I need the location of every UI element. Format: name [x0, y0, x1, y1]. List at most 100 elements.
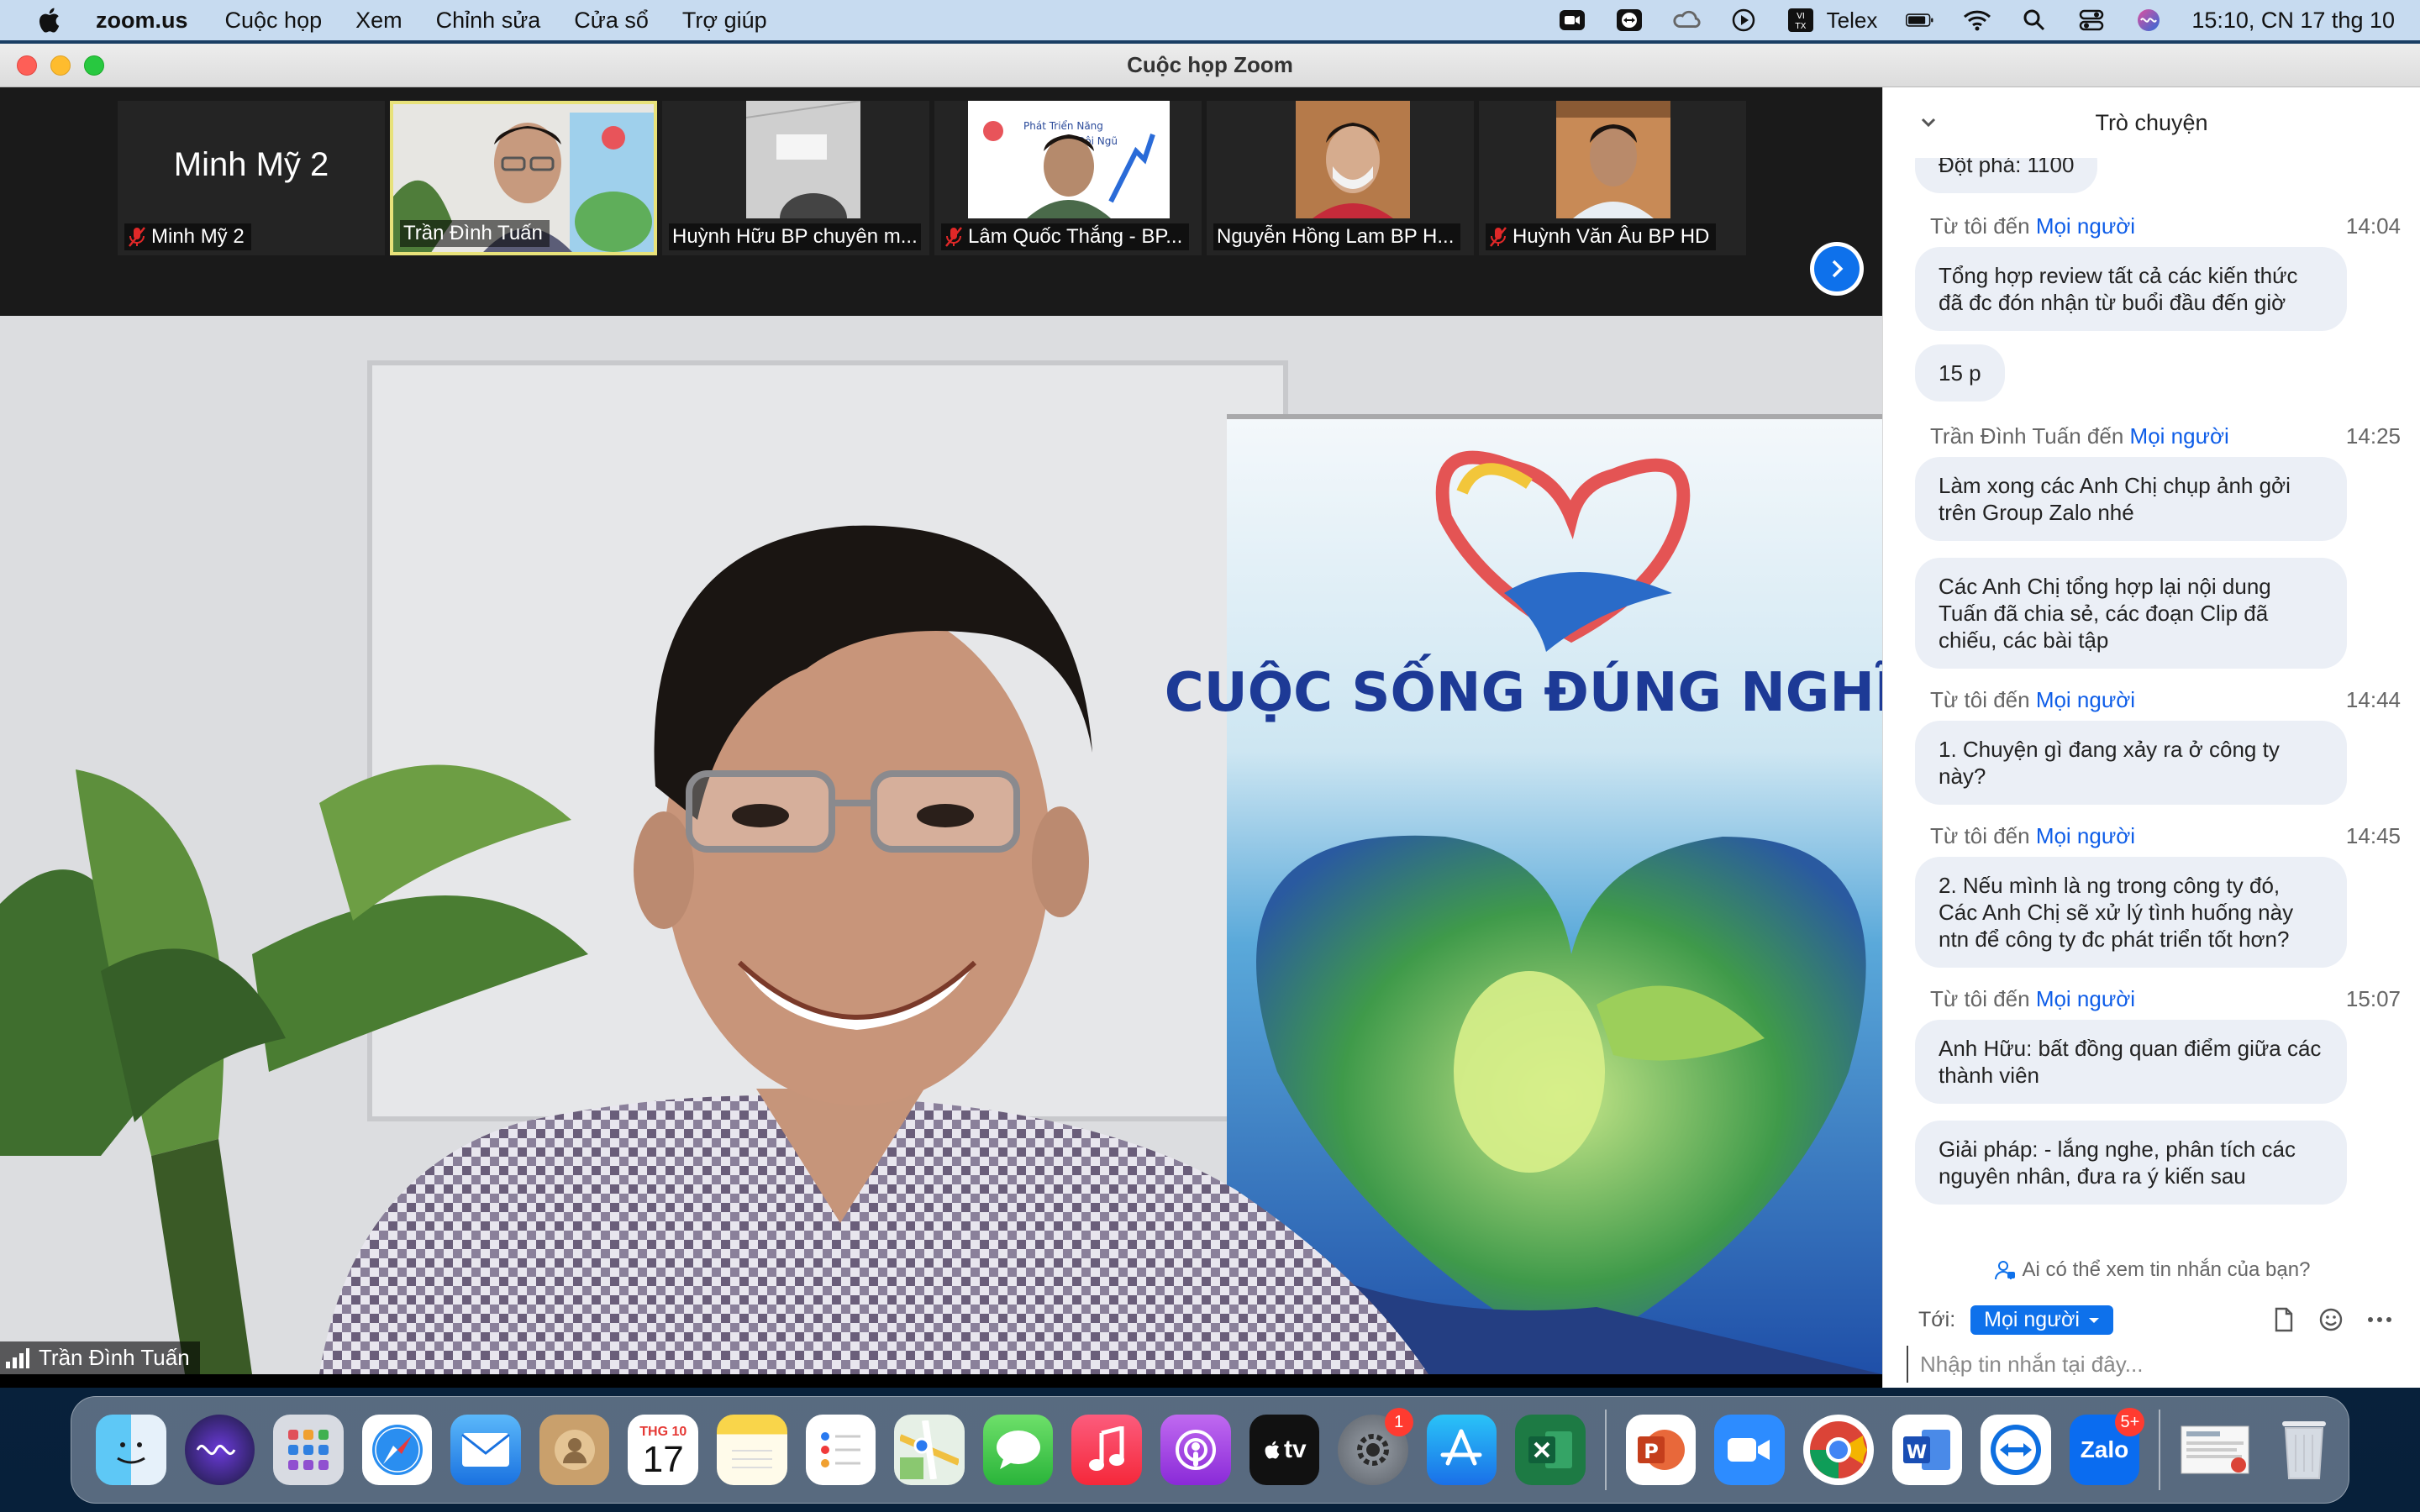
chat-message[interactable]: Tổng hợp review tất cả các kiến thức đã …: [1915, 247, 2347, 331]
powerpoint-icon[interactable]: P: [1625, 1415, 1697, 1485]
recent-document-icon[interactable]: [2180, 1415, 2250, 1485]
composer-tools: [2273, 1307, 2392, 1332]
recipient-value: Mọi người: [1984, 1308, 2080, 1331]
window-title: Cuộc họp Zoom: [1127, 52, 1293, 77]
dock-separator: [2159, 1410, 2161, 1490]
spotlight-search-icon[interactable]: [2020, 8, 2049, 33]
participant-strip: Minh Mỹ 2 Minh Mỹ 2 Trần Đình Tuấn Huỳnh…: [0, 87, 1882, 316]
control-center-icon[interactable]: [2077, 8, 2106, 33]
svg-text:Phát Triển Năng: Phát Triển Năng: [1023, 120, 1103, 132]
message-recipient[interactable]: Mọi người: [2036, 687, 2135, 712]
chat-message[interactable]: 1. Chuyện gì đang xảy ra ở công ty này?: [1915, 721, 2347, 805]
participant-name: Huỳnh Hữu BP chuyên m...: [672, 225, 918, 248]
mail-icon[interactable]: [450, 1415, 521, 1485]
notification-badge: 1: [1384, 1408, 1413, 1436]
system-preferences-icon[interactable]: 1: [1338, 1408, 1413, 1485]
wifi-icon[interactable]: [1963, 8, 1991, 33]
message-time: 14:45: [2345, 823, 2401, 848]
participant-tile[interactable]: Nguyễn Hồng Lam BP H...: [1207, 101, 1474, 255]
music-icon[interactable]: [1071, 1415, 1142, 1485]
window-close-button[interactable]: [17, 55, 37, 76]
chat-message[interactable]: 2. Nếu mình là ng trong công ty đó, Các …: [1915, 857, 2347, 968]
chrome-icon[interactable]: [1802, 1415, 1874, 1485]
apple-logo-icon[interactable]: [35, 5, 66, 35]
emoji-icon[interactable]: [2318, 1307, 2344, 1332]
message-recipient[interactable]: Mọi người: [2036, 986, 2135, 1011]
teamviewer-status-icon[interactable]: [1615, 8, 1644, 33]
active-speaker-video[interactable]: CUỘC SỐNG ĐÚNG NGHĨA Trần Đình Tuấn: [0, 316, 1882, 1374]
message-header: Từ tôi đến Mọi người 14:44: [1930, 687, 2401, 713]
participant-tile[interactable]: Minh Mỹ 2 Minh Mỹ 2: [118, 101, 385, 255]
more-options-icon[interactable]: [2367, 1315, 2392, 1324]
menu-help[interactable]: Trợ giúp: [682, 8, 767, 34]
apple-tv-icon[interactable]: tv: [1249, 1415, 1320, 1485]
chat-message[interactable]: Các Anh Chị tổng hợp lại nội dung Tuấn đ…: [1915, 558, 2347, 669]
menu-window[interactable]: Cửa sổ: [574, 8, 649, 34]
svg-text:VI: VI: [1797, 12, 1805, 21]
media-play-icon[interactable]: [1729, 8, 1758, 33]
chat-privacy-link[interactable]: Ai có thể xem tin nhắn của bạn?: [1883, 1258, 2420, 1282]
battery-icon[interactable]: [1906, 8, 1934, 33]
window-titlebar[interactable]: Cuộc họp Zoom: [0, 44, 2420, 87]
zalo-label: Zalo: [2080, 1436, 2129, 1462]
menu-meeting[interactable]: Cuộc họp: [225, 8, 323, 34]
zoom-app-icon[interactable]: [1714, 1415, 1785, 1485]
messages-icon[interactable]: [982, 1415, 1054, 1485]
word-icon[interactable]: W: [1891, 1415, 1963, 1485]
participant-name-label: Trần Đình Tuấn: [400, 220, 550, 247]
caret-down-icon: [2088, 1317, 2099, 1323]
app-store-icon[interactable]: [1426, 1415, 1497, 1485]
input-method-label[interactable]: Telex: [1827, 8, 1878, 34]
zoom-status-icon[interactable]: [1558, 8, 1586, 33]
participant-tile[interactable]: Huỳnh Hữu BP chuyên m...: [662, 101, 929, 255]
message-time: 14:25: [2345, 423, 2401, 449]
launchpad-icon[interactable]: [273, 1415, 344, 1485]
participant-tile-active[interactable]: Trần Đình Tuấn: [390, 101, 657, 255]
participant-tile[interactable]: Phát Triển Năng Đội Ngũ Lâm Quốc Thắng -…: [934, 101, 1202, 255]
chat-message-input[interactable]: [1907, 1346, 2394, 1383]
window-maximize-button[interactable]: [84, 55, 104, 76]
message-sender: Từ tôi đến: [1930, 687, 2030, 712]
chat-message[interactable]: Làm xong các Anh Chị chụp ảnh gởi trên G…: [1915, 457, 2347, 541]
menu-view[interactable]: Xem: [355, 8, 402, 34]
message-recipient[interactable]: Mọi người: [2036, 213, 2135, 239]
creative-cloud-icon[interactable]: [1672, 8, 1701, 33]
signal-bars-icon: [6, 1347, 29, 1368]
notes-icon[interactable]: [717, 1415, 787, 1485]
excel-icon[interactable]: [1515, 1415, 1586, 1485]
chat-message[interactable]: Anh Hữu: bất đồng quan điểm giữa các thà…: [1915, 1020, 2347, 1104]
chevron-down-icon[interactable]: [1918, 113, 1939, 133]
trash-icon[interactable]: [2269, 1415, 2339, 1485]
chat-message-list[interactable]: Đột phá: 1100 Từ tôi đến Mọi người 14:04…: [1883, 158, 2420, 1242]
message-time: 14:44: [2345, 687, 2401, 712]
window-minimize-button[interactable]: [50, 55, 71, 76]
speaker-name-label: Trần Đình Tuấn: [0, 1341, 200, 1374]
finder-icon[interactable]: [96, 1415, 166, 1485]
reminders-icon[interactable]: [805, 1415, 876, 1485]
chat-message[interactable]: Đột phá: 1100: [1915, 158, 2098, 193]
participant-video: [746, 101, 860, 218]
safari-icon[interactable]: [361, 1415, 433, 1485]
input-method-icon[interactable]: VI TX: [1786, 8, 1815, 33]
next-page-button[interactable]: [1810, 242, 1864, 296]
zalo-icon[interactable]: Zalo 5+: [2069, 1408, 2145, 1485]
calendar-icon[interactable]: THG 10 17: [628, 1415, 699, 1485]
message-recipient[interactable]: Mọi người: [2036, 823, 2135, 848]
chat-message[interactable]: Giải pháp: - lắng nghe, phân tích các ng…: [1915, 1121, 2347, 1205]
active-app-name[interactable]: zoom.us: [96, 8, 188, 34]
siri-app-icon[interactable]: [184, 1415, 255, 1485]
file-attach-icon[interactable]: [2273, 1307, 2295, 1332]
siri-icon[interactable]: [2134, 8, 2163, 33]
message-recipient[interactable]: Mọi người: [2130, 423, 2229, 449]
menubar-clock[interactable]: 15:10, CN 17 thg 10: [2191, 8, 2395, 34]
menu-edit[interactable]: Chỉnh sửa: [436, 8, 541, 34]
podcasts-icon[interactable]: [1160, 1415, 1231, 1485]
maps-icon[interactable]: [894, 1415, 965, 1485]
svg-text:TX: TX: [1794, 22, 1806, 31]
recipient-dropdown[interactable]: Mọi người: [1970, 1305, 2113, 1335]
teamviewer-icon[interactable]: [1981, 1415, 2051, 1485]
participant-tile[interactable]: Huỳnh Văn Âu BP HD: [1479, 101, 1746, 255]
contacts-icon[interactable]: [539, 1415, 610, 1485]
chat-message[interactable]: 15 p: [1915, 344, 2005, 402]
participant-name: Huỳnh Văn Âu BP HD: [1512, 225, 1710, 248]
